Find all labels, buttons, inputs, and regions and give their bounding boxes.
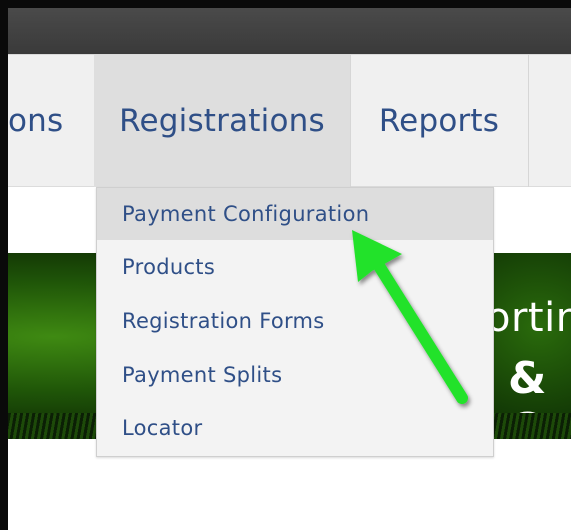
window-border — [0, 0, 571, 8]
menu-item-products[interactable]: Products — [97, 241, 493, 293]
nav-item-registrations[interactable]: Registrations — [94, 55, 350, 187]
menu-item-registration-forms[interactable]: Registration Forms — [97, 295, 493, 347]
banner-headline: ortin — [486, 295, 571, 341]
menu-item-label: Registration Forms — [122, 309, 325, 333]
screenshot-frame: ons Registrations Reports ortin & C Paym… — [0, 0, 571, 530]
menu-item-label: Payment Configuration — [122, 202, 370, 226]
nav-divider — [528, 55, 529, 187]
nav-item-reports[interactable]: Reports — [350, 55, 528, 187]
menu-item-label: Products — [122, 255, 216, 279]
top-bar — [8, 8, 571, 54]
registrations-dropdown-menu: Payment Configuration Products Registrat… — [96, 187, 494, 457]
main-nav: ons Registrations Reports — [8, 54, 571, 187]
menu-item-payment-splits[interactable]: Payment Splits — [97, 349, 493, 401]
menu-item-payment-configuration[interactable]: Payment Configuration — [97, 188, 493, 240]
nav-item-label: Registrations — [119, 103, 325, 139]
nav-item-label: ons — [8, 103, 64, 139]
nav-item-partial[interactable]: ons — [8, 55, 94, 187]
menu-item-locator[interactable]: Locator — [97, 402, 493, 454]
window-border — [0, 0, 8, 530]
menu-item-label: Locator — [122, 416, 203, 440]
menu-item-label: Payment Splits — [122, 363, 283, 387]
nav-item-label: Reports — [378, 103, 500, 139]
